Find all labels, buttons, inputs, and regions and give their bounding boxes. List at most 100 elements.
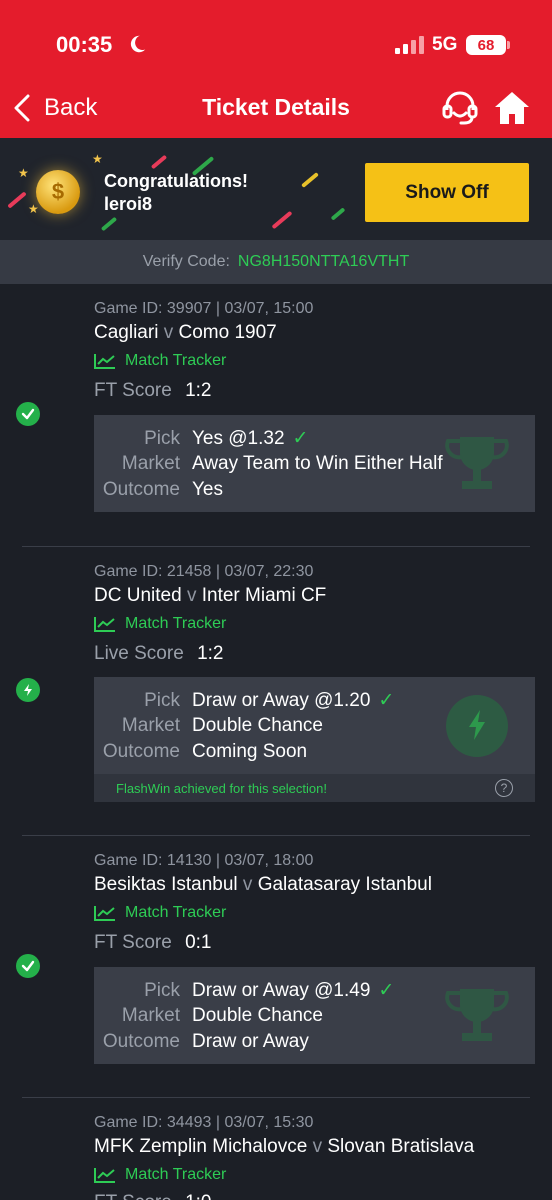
match-tracker-link[interactable]: Match Tracker [94, 1166, 226, 1184]
score-label: FT Score [94, 380, 172, 401]
score: Live Score 1:2 [94, 643, 223, 665]
match-tracker-label: Match Tracker [125, 615, 227, 632]
help-icon[interactable]: ? [495, 779, 513, 797]
bet-card: Game ID: 14130 | 03/07, 18:00 Besiktas I… [0, 836, 552, 1098]
score: FT Score 1:0 [94, 1192, 211, 1200]
pick-details: Pick Draw or Away @1.20 ✓ Market Double Cha… [94, 677, 535, 774]
score-value: 1:2 [185, 380, 212, 401]
outcome-label: Outcome [102, 479, 180, 500]
score-value: 0:1 [185, 932, 212, 953]
bet-card: Game ID: 34493 | 03/07, 15:30 MFK Zempli… [0, 1098, 552, 1200]
decor-streak [301, 172, 319, 188]
pick-row: Pick Yes @1.32 ✓ [94, 427, 308, 450]
pick-row: Pick Draw or Away @1.20 ✓ [94, 689, 394, 712]
show-off-button[interactable]: Show Off [365, 163, 529, 222]
flashwin-icon [16, 678, 40, 702]
lightning-icon [469, 710, 485, 740]
decor-streak [100, 216, 118, 232]
decor-streak [150, 154, 168, 170]
away-team: Galatasaray Istanbul [257, 874, 432, 895]
decor-streak [271, 210, 293, 230]
bet-card: Game ID: 39907 | 03/07, 15:00 Cagliari v… [0, 284, 552, 546]
verify-code-bar: Verify Code: NG8H150NTTA16VTHT [0, 240, 552, 284]
home-icon[interactable] [492, 88, 532, 128]
pick-label: Pick [144, 428, 180, 449]
game-id: Game ID: 34493 | 03/07, 15:30 [94, 1114, 314, 1131]
chart-line-icon [94, 617, 115, 632]
dollar-icon: $ [51, 179, 65, 204]
pick-details: Pick Draw or Away @1.49 ✓ Market Double Cha… [94, 967, 535, 1064]
match-tracker-link[interactable]: Match Tracker [94, 615, 226, 633]
outcome-row: Outcome Yes [94, 479, 223, 501]
match-tracker-link[interactable]: Match Tracker [94, 904, 226, 922]
game-id: Game ID: 21458 | 03/07, 22:30 [94, 563, 314, 580]
verify-code[interactable]: NG8H150NTTA16VTHT [238, 253, 409, 271]
score-value: 1:2 [197, 643, 224, 664]
versus-separator: v [242, 874, 253, 895]
app-header: 00:35 5G 68 Back Ticket Details [0, 0, 552, 138]
verify-label: Verify Code: [142, 253, 230, 270]
outcome-label: Outcome [102, 1031, 180, 1052]
market-label: Market [121, 1005, 180, 1026]
pick-label: Pick [144, 690, 180, 711]
check-icon: ✓ [378, 980, 395, 1001]
outcome-value: Coming Soon [192, 741, 308, 762]
network-type: 5G [432, 34, 458, 55]
back-button[interactable]: Back [12, 91, 97, 125]
match-teams: MFK Zemplin Michalovce v Slovan Bratisla… [94, 1136, 474, 1158]
chart-line-icon [94, 1168, 115, 1183]
chevron-left-icon [14, 94, 30, 122]
versus-separator: v [163, 322, 174, 343]
pick-value: Draw or Away @1.20 [192, 690, 371, 711]
home-team: MFK Zemplin Michalovce [94, 1136, 308, 1157]
versus-separator: v [312, 1136, 323, 1157]
decor-streak [330, 207, 346, 221]
home-team: Besiktas Istanbul [94, 874, 238, 895]
score-label: Live Score [94, 643, 184, 664]
score: FT Score 1:2 [94, 380, 211, 402]
market-value: Double Chance [192, 715, 323, 736]
match-tracker-label: Match Tracker [125, 352, 227, 369]
pick-label: Pick [144, 980, 180, 1001]
headset-icon[interactable] [440, 88, 480, 128]
coin-icon: $ [36, 170, 80, 214]
outcome-row: Outcome Draw or Away [94, 1031, 309, 1053]
status-time: 00:35 [56, 32, 113, 57]
away-team: Como 1907 [178, 322, 277, 343]
game-id: Game ID: 39907 | 03/07, 15:00 [94, 300, 314, 317]
bet-card: Game ID: 21458 | 03/07, 22:30 DC United … [0, 547, 552, 835]
flashwin-text: FlashWin achieved for this selection! [116, 780, 327, 796]
score-value: 1:0 [185, 1192, 211, 1200]
match-tracker-label: Match Tracker [125, 904, 227, 921]
score-label: FT Score [94, 1192, 172, 1200]
away-team: Inter Miami CF [201, 585, 327, 606]
won-check-icon [16, 954, 40, 978]
decor-streak [7, 191, 27, 209]
star-icon: ★ [92, 152, 103, 166]
market-label: Market [121, 715, 180, 736]
outcome-value: Draw or Away [192, 1031, 309, 1052]
market-row: Market Away Team to Win Either Half [94, 453, 443, 475]
trophy-icon [445, 989, 509, 1041]
signal-icon [395, 36, 424, 54]
away-team: Slovan Bratislava [327, 1136, 475, 1157]
congrats-banner: ★ ★ ★ $ Congratulations! leroi8 Show Off [0, 138, 552, 240]
trophy-icon [445, 437, 509, 489]
won-check-icon [16, 402, 40, 426]
battery-tip [507, 41, 510, 49]
check-icon: ✓ [378, 690, 395, 711]
match-tracker-link[interactable]: Match Tracker [94, 352, 226, 370]
score-label: FT Score [94, 932, 172, 953]
chart-line-icon [94, 354, 115, 369]
outcome-row: Outcome Coming Soon [94, 741, 307, 763]
match-teams: Besiktas Istanbul v Galatasaray Istanbul [94, 874, 432, 896]
star-icon: ★ [18, 166, 29, 180]
game-id: Game ID: 14130 | 03/07, 18:00 [94, 852, 314, 869]
outcome-value: Yes [192, 479, 223, 500]
check-icon: ✓ [292, 428, 309, 449]
flashwin-notice: FlashWin achieved for this selection! ? [94, 774, 535, 802]
chart-line-icon [94, 906, 115, 921]
match-teams: Cagliari v Como 1907 [94, 322, 277, 344]
match-teams: DC United v Inter Miami CF [94, 585, 326, 607]
versus-separator: v [186, 585, 197, 606]
